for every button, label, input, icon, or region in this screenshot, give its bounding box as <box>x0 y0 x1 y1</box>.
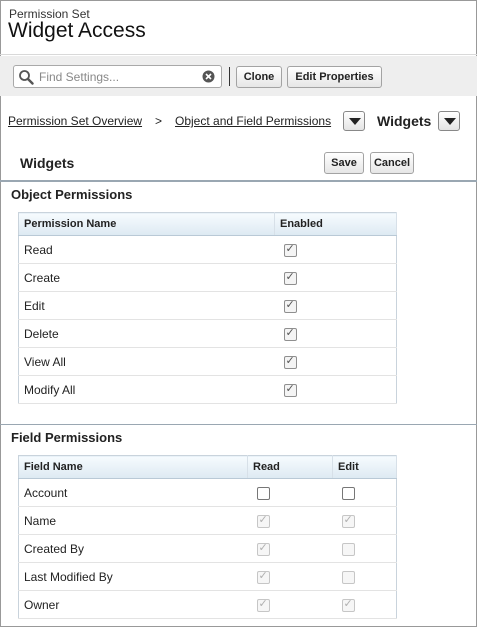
edit-checkbox <box>341 570 355 584</box>
edit-cell <box>332 534 397 563</box>
field-name: Owner <box>18 590 248 619</box>
table-row: Create <box>18 263 397 292</box>
breadcrumb-object-field-link[interactable]: Object and Field Permissions <box>175 114 331 128</box>
object-field-dropdown[interactable] <box>343 111 365 131</box>
enabled-cell <box>274 235 397 264</box>
page-title: Widget Access <box>8 19 146 42</box>
enabled-checkbox[interactable] <box>283 298 297 313</box>
search-icon <box>19 70 34 85</box>
permission-name: Create <box>18 263 275 292</box>
save-button[interactable]: Save <box>324 152 364 174</box>
field-permissions-table: Field Name Read Edit AccountNameCreated … <box>18 455 397 619</box>
enabled-checkbox[interactable] <box>283 326 297 341</box>
panel-title: Widgets <box>20 155 75 171</box>
read-checkbox <box>256 597 270 612</box>
enabled-cell <box>274 291 397 320</box>
table-row: Read <box>18 235 397 264</box>
col-permission-name: Permission Name <box>18 212 275 236</box>
read-checkbox <box>256 569 270 584</box>
edit-checkbox <box>341 513 355 528</box>
permission-name: Read <box>18 235 275 264</box>
edit-checkbox[interactable] <box>341 486 355 500</box>
search-input[interactable]: Find Settings... <box>39 70 119 84</box>
col-read: Read <box>247 455 333 479</box>
table-row: Modify All <box>18 375 397 404</box>
enabled-checkbox[interactable] <box>283 354 297 369</box>
enabled-checkbox[interactable] <box>283 270 297 285</box>
divider <box>0 54 477 55</box>
chevron-down-icon <box>349 118 361 125</box>
permission-name: Modify All <box>18 375 275 404</box>
permission-name: View All <box>18 347 275 376</box>
read-cell <box>247 534 333 563</box>
edit-checkbox <box>341 542 355 556</box>
col-enabled: Enabled <box>274 212 397 236</box>
breadcrumb-separator: > <box>155 114 163 128</box>
table-row: Last Modified By <box>18 562 397 591</box>
field-name: Last Modified By <box>18 562 248 591</box>
table-row: Account <box>18 478 397 507</box>
read-cell <box>247 590 333 619</box>
section-divider <box>0 180 477 182</box>
col-edit: Edit <box>332 455 397 479</box>
toolbar-separator <box>229 67 230 86</box>
permission-name: Delete <box>18 319 275 348</box>
read-checkbox <box>256 513 270 528</box>
field-name: Account <box>18 478 248 507</box>
edit-checkbox <box>341 597 355 612</box>
enabled-cell <box>274 319 397 348</box>
object-permissions-title: Object Permissions <box>11 187 133 202</box>
table-row: Delete <box>18 319 397 348</box>
enabled-checkbox[interactable] <box>283 242 297 257</box>
read-cell <box>247 478 333 507</box>
permission-name: Edit <box>18 291 275 320</box>
enabled-cell <box>274 375 397 404</box>
widgets-dropdown[interactable] <box>438 111 460 131</box>
table-row: Edit <box>18 291 397 320</box>
edit-cell <box>332 562 397 591</box>
chevron-down-icon <box>444 118 456 125</box>
clone-button[interactable]: Clone <box>236 66 282 88</box>
table-row: View All <box>18 347 397 376</box>
enabled-cell <box>274 263 397 292</box>
field-permissions-title: Field Permissions <box>11 430 123 445</box>
read-checkbox[interactable] <box>256 486 270 500</box>
read-cell <box>247 562 333 591</box>
search-box[interactable]: Find Settings... <box>13 65 222 88</box>
clear-icon[interactable] <box>202 70 215 83</box>
col-field-name: Field Name <box>18 455 248 479</box>
edit-cell <box>332 506 397 535</box>
enabled-cell <box>274 347 397 376</box>
field-name: Created By <box>18 534 248 563</box>
read-cell <box>247 506 333 535</box>
edit-cell <box>332 590 397 619</box>
enabled-checkbox[interactable] <box>283 382 297 397</box>
cancel-button[interactable]: Cancel <box>370 152 414 174</box>
edit-properties-button[interactable]: Edit Properties <box>287 66 382 88</box>
table-row: Name <box>18 506 397 535</box>
object-permissions-table: Permission Name Enabled ReadCreateEditDe… <box>18 212 397 404</box>
section-divider <box>0 424 477 425</box>
breadcrumb-current: Widgets <box>377 113 432 129</box>
table-row: Owner <box>18 590 397 619</box>
breadcrumb-overview-link[interactable]: Permission Set Overview <box>8 114 142 128</box>
edit-cell <box>332 478 397 507</box>
field-name: Name <box>18 506 248 535</box>
read-checkbox <box>256 541 270 556</box>
table-row: Created By <box>18 534 397 563</box>
